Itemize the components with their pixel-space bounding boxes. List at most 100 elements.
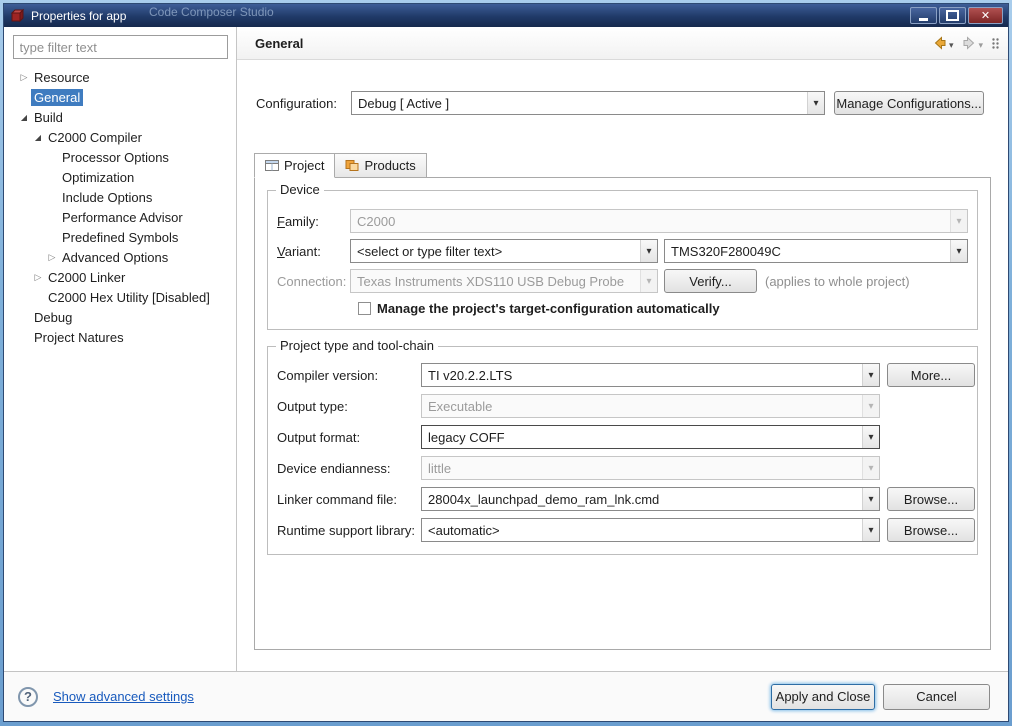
tree-item-c2000-hex-utility[interactable]: C2000 Hex Utility [Disabled]: [4, 287, 236, 307]
tree-item-predefined-symbols[interactable]: Predefined Symbols: [4, 227, 236, 247]
back-history-chevron-icon[interactable]: [949, 36, 954, 51]
family-row: Family: C2000: [277, 209, 968, 233]
more-button[interactable]: More...: [887, 363, 975, 387]
variant-row: Variant: <select or type filter text> TM…: [277, 239, 968, 263]
dropdown-arrow-icon: [862, 364, 879, 386]
forward-arrow-icon[interactable]: [961, 35, 977, 51]
connection-label: Connection:: [277, 273, 347, 289]
manage-target-config-checkbox[interactable]: [358, 301, 371, 315]
device-endianness-row: Device endianness: little: [277, 456, 968, 480]
connection-combobox: Texas Instruments XDS110 USB Debug Probe: [350, 269, 658, 293]
project-tab-panel: Device Family: C2000 Variant: <select: [254, 177, 991, 650]
verify-button[interactable]: Verify...: [664, 269, 757, 293]
linker-command-file-label: Linker command file:: [277, 491, 397, 507]
runtime-support-library-row: Runtime support library: <automatic> Bro…: [277, 518, 975, 542]
tab-bar: Project Products: [254, 153, 1008, 178]
dropdown-arrow-icon: [640, 270, 657, 292]
tree-item-project-natures[interactable]: Project Natures: [4, 327, 236, 347]
variant-label: Variant:: [277, 243, 321, 259]
dropdown-arrow-icon: [640, 240, 657, 262]
forward-history-chevron-icon[interactable]: [978, 36, 983, 51]
group-title-device: Device: [276, 182, 324, 197]
properties-dialog: Properties for app Code Composer Studio …: [3, 3, 1009, 722]
toolchain-group: Project type and tool-chain Compiler ver…: [267, 338, 978, 555]
dropdown-arrow-icon: [862, 488, 879, 510]
device-endianness-combobox: little: [421, 456, 880, 480]
dropdown-arrow-icon: [862, 519, 879, 541]
output-format-combobox[interactable]: legacy COFF: [421, 425, 880, 449]
window-title: Properties for app: [31, 8, 127, 23]
title-bar[interactable]: Properties for app Code Composer Studio: [4, 4, 1008, 27]
tree-item-optimization[interactable]: Optimization: [4, 167, 236, 187]
compiler-version-combobox[interactable]: TI v20.2.2.LTS: [421, 363, 880, 387]
device-group: Device Family: C2000 Variant: <select: [267, 182, 978, 330]
close-button[interactable]: [968, 7, 1003, 24]
background-window-title: Code Composer Studio: [149, 5, 274, 19]
manage-target-config-label[interactable]: Manage the project's target-configuratio…: [377, 301, 720, 316]
runtime-support-library-label: Runtime support library:: [277, 522, 415, 538]
tab-project[interactable]: Project: [254, 153, 336, 178]
tree-item-debug[interactable]: Debug: [4, 307, 236, 327]
project-tab-icon: [265, 159, 279, 172]
dropdown-arrow-icon: [950, 240, 967, 262]
cancel-button[interactable]: Cancel: [883, 683, 990, 710]
linker-command-file-row: Linker command file: 28004x_launchpad_de…: [277, 487, 975, 511]
filter-input[interactable]: [12, 35, 228, 59]
tree-item-advanced-options[interactable]: Advanced Options: [4, 247, 236, 267]
view-menu-icon[interactable]: [991, 37, 1000, 50]
manage-configurations-button[interactable]: Manage Configurations...: [834, 91, 984, 115]
connection-row: Connection: Texas Instruments XDS110 USB…: [277, 269, 968, 293]
collapse-arrow-icon[interactable]: [31, 133, 45, 142]
variant-filter-combobox[interactable]: <select or type filter text>: [350, 239, 658, 263]
dropdown-arrow-icon: [950, 210, 967, 232]
compiler-version-row: Compiler version: TI v20.2.2.LTS More...: [277, 363, 975, 387]
output-type-row: Output type: Executable: [277, 394, 968, 418]
app-icon: [9, 8, 25, 24]
tree-item-resource[interactable]: Resource: [4, 67, 236, 87]
linker-command-file-combobox[interactable]: 28004x_launchpad_demo_ram_lnk.cmd: [421, 487, 880, 511]
tree-item-include-options[interactable]: Include Options: [4, 187, 236, 207]
minimize-button[interactable]: [910, 7, 937, 24]
dropdown-arrow-icon: [862, 395, 879, 417]
family-combobox: C2000: [350, 209, 968, 233]
browse-runtime-button[interactable]: Browse...: [887, 518, 975, 542]
tab-products[interactable]: Products: [335, 153, 427, 178]
tree-item-c2000-linker[interactable]: C2000 Linker: [4, 267, 236, 287]
tree-item-c2000-compiler[interactable]: C2000 Compiler: [4, 127, 236, 147]
tree-item-processor-options[interactable]: Processor Options: [4, 147, 236, 167]
variant-combobox[interactable]: TMS320F280049C: [664, 239, 968, 263]
tree-item-general[interactable]: General: [4, 87, 236, 107]
configuration-combobox[interactable]: Debug [ Active ]: [351, 91, 825, 115]
help-icon[interactable]: [18, 686, 38, 707]
configuration-label: Configuration:: [256, 95, 337, 111]
expand-arrow-icon[interactable]: [45, 252, 59, 263]
apply-and-close-button[interactable]: Apply and Close: [771, 683, 875, 710]
runtime-support-library-combobox[interactable]: <automatic>: [421, 518, 880, 542]
properties-sidebar: Resource General Build C2000 Compiler: [4, 27, 237, 671]
expand-arrow-icon[interactable]: [31, 272, 45, 283]
manage-target-config-row: Manage the project's target-configuratio…: [358, 299, 968, 317]
back-arrow-icon[interactable]: [932, 35, 948, 51]
maximize-button[interactable]: [939, 7, 966, 24]
output-format-row: Output format: legacy COFF: [277, 425, 968, 449]
device-endianness-label: Device endianness:: [277, 460, 391, 476]
properties-tree: Resource General Build C2000 Compiler: [4, 67, 236, 347]
page-title: General: [255, 35, 304, 51]
show-advanced-settings-link[interactable]: Show advanced settings: [53, 689, 194, 704]
expand-arrow-icon[interactable]: [17, 72, 31, 83]
family-label: Family:: [277, 213, 319, 229]
output-type-combobox: Executable: [421, 394, 880, 418]
dropdown-arrow-icon: [862, 457, 879, 479]
configuration-row: Configuration: Debug [ Active ] Manage C…: [256, 90, 1008, 116]
tree-item-build[interactable]: Build: [4, 107, 236, 127]
dialog-footer: Show advanced settings Apply and Close C…: [4, 671, 1008, 721]
window-controls: [908, 7, 1003, 24]
output-format-label: Output format:: [277, 429, 361, 445]
collapse-arrow-icon[interactable]: [17, 113, 31, 122]
browse-linker-button[interactable]: Browse...: [887, 487, 975, 511]
products-tab-icon: [345, 159, 359, 172]
connection-note: (applies to whole project): [765, 273, 910, 289]
tree-item-performance-advisor[interactable]: Performance Advisor: [4, 207, 236, 227]
group-title-toolchain: Project type and tool-chain: [276, 338, 438, 353]
page-header: General: [237, 27, 1008, 60]
